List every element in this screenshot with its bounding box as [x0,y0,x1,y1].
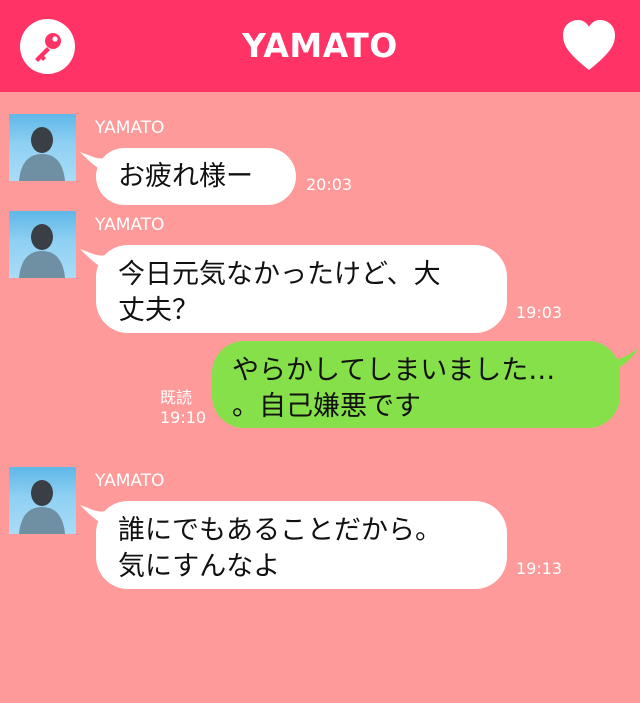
heart-icon[interactable] [561,20,617,72]
message-text: お疲れ様ー [118,161,253,192]
avatar[interactable] [9,114,76,181]
message-text-line: 。自己嫌悪です [232,391,421,422]
avatar[interactable] [9,211,76,278]
message-time: 20:03 [306,175,353,194]
message-text-line: やらかしてしまいました… [232,355,556,386]
message-text-line: 誰にでもあることだから。 [118,515,442,546]
message-time: 19:13 [516,559,563,578]
sender-name: YAMATO [95,118,165,138]
message-bubble: お疲れ様ー [96,148,296,205]
message-text-line: 今日元気なかったけど、大 [118,259,441,290]
read-label: 既読 [160,388,193,407]
person-silhouette [19,224,65,278]
avatar[interactable] [9,467,76,534]
message-bubble: 今日元気なかったけど、大 丈夫？ [96,245,507,333]
app-header: YAMATO [0,0,640,92]
message-text-line: 気にすんなよ [118,551,281,582]
message-time: 19:10 [160,408,207,427]
message-bubble: 誰にでもあることだから。 気にすんなよ [96,501,507,589]
message-text-line: 丈夫？ [118,295,199,326]
chat-title: YAMATO [242,26,398,65]
sender-name: YAMATO [95,215,165,235]
message-time: 19:03 [516,303,563,322]
person-silhouette [19,127,65,181]
sender-name: YAMATO [95,471,165,491]
read-receipt: 既読 19:10 [160,388,206,428]
person-silhouette [19,480,65,534]
message-bubble-outgoing: やらかしてしまいました… 。自己嫌悪です [212,341,620,428]
